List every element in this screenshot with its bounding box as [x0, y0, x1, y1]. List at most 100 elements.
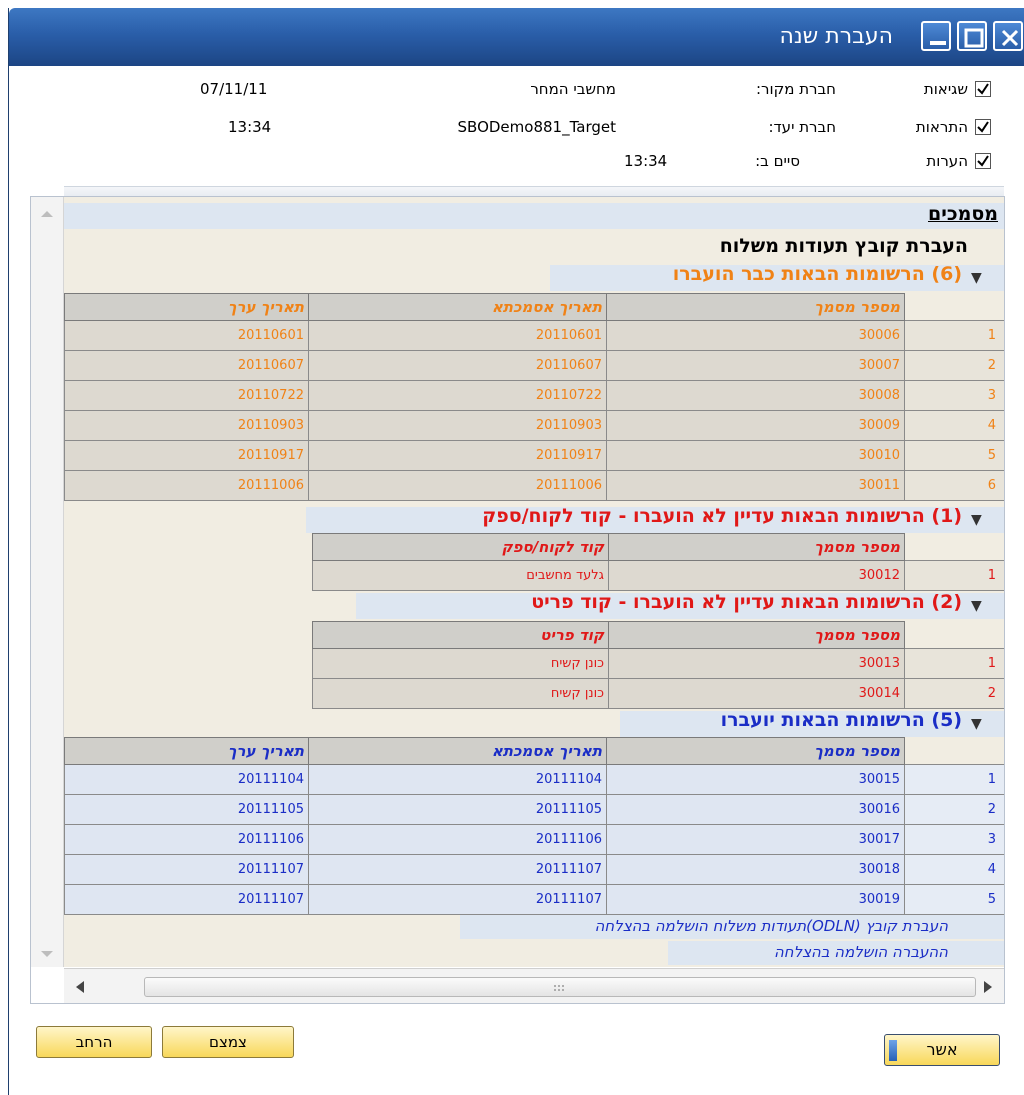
minimize-button[interactable]	[921, 21, 951, 51]
close-icon	[1001, 29, 1019, 47]
cell-value-date: 20110607	[64, 350, 309, 381]
row-number: 2	[904, 678, 1004, 709]
log-content: מסמכים העברת קובץ תעודות משלוח ▼ (6) הרש…	[64, 197, 1004, 967]
row-number: 6	[904, 470, 1004, 501]
cell-doc-number: 30016	[606, 794, 905, 825]
table-row[interactable]: גלעד מחשבים 30012 1	[312, 560, 1004, 591]
table-row[interactable]: כונן קשיח 30013 1	[312, 648, 1004, 679]
cell-value-date: 20111104	[64, 764, 309, 795]
row-number-header	[905, 738, 1005, 765]
row-number: 2	[904, 350, 1004, 381]
notes-checkbox[interactable]	[975, 153, 991, 169]
errors-checkbox-label: שגיאות	[923, 80, 968, 98]
cell-doc-number: 30018	[606, 854, 905, 885]
scroll-up-icon[interactable]	[31, 203, 64, 223]
cell-value-date: 20111107	[64, 854, 309, 885]
table-row[interactable]: 20110917 20110917 30010 5	[64, 440, 1004, 471]
expand-button[interactable]: הרחב	[36, 1026, 152, 1058]
table-row[interactable]: 20111106 20111106 30017 3	[64, 824, 1004, 855]
table-row[interactable]: 20110722 20110722 30008 3	[64, 380, 1004, 411]
collapse-arrow-icon[interactable]: ▼	[971, 512, 982, 528]
cell-ref-date: 20110722	[308, 380, 607, 411]
scroll-down-icon[interactable]	[31, 945, 64, 965]
table-row[interactable]: 20111006 20111006 30011 6	[64, 470, 1004, 501]
target-company-value: SBODemo881_Target	[457, 118, 616, 136]
scroll-thumb[interactable]	[144, 977, 976, 997]
table-row[interactable]: 20111107 20111107 30018 4	[64, 854, 1004, 885]
warnings-checkbox[interactable]	[975, 119, 991, 135]
ok-button[interactable]: אשר	[884, 1034, 1000, 1066]
source-company-value: מחשבי המחר	[530, 80, 616, 98]
column-header-value-date[interactable]: תאריך ערך	[64, 737, 309, 765]
table-row[interactable]: 20111107 20111107 30019 5	[64, 884, 1004, 915]
target-company-label: חברת יעד:	[768, 118, 836, 136]
column-header-ref-date[interactable]: תאריך אסמכתא	[308, 737, 607, 765]
cell-value-date: 20111107	[64, 884, 309, 915]
row-number: 5	[904, 884, 1004, 915]
notes-checkbox-label: הערות	[926, 152, 968, 170]
cell-doc-number: 30014	[608, 678, 905, 709]
ended-at-value: 13:34	[624, 152, 668, 170]
title-bar[interactable]: העברת שנה	[9, 8, 1024, 66]
cell-doc-number: 30015	[606, 764, 905, 795]
row-number: 1	[904, 560, 1004, 591]
table-row[interactable]: 20110601 20110601 30006 1	[64, 320, 1004, 351]
section-2-table: קוד לקוח/ספק מספר מסמך גלעד מחשבים 30012 1	[312, 533, 1004, 591]
row-number: 5	[904, 440, 1004, 471]
cell-ref-date: 20110917	[308, 440, 607, 471]
column-header-doc-number[interactable]: מספר מסמך	[606, 293, 905, 321]
column-header-doc-number[interactable]: מספר מסמך	[608, 621, 905, 649]
column-header-doc-number[interactable]: מספר מסמך	[608, 533, 905, 561]
cell-customer-code: גלעד מחשבים	[312, 560, 609, 591]
collapse-arrow-icon[interactable]: ▼	[971, 716, 982, 732]
column-header-doc-number[interactable]: מספר מסמך	[606, 737, 905, 765]
checkmark-icon	[977, 155, 989, 167]
row-number: 2	[904, 794, 1004, 825]
collapse-arrow-icon[interactable]: ▼	[971, 270, 982, 286]
table-row[interactable]: 20111105 20111105 30016 2	[64, 794, 1004, 825]
scroll-right-icon[interactable]	[978, 977, 998, 997]
vertical-scrollbar[interactable]	[31, 197, 64, 967]
cell-ref-date: 20110607	[308, 350, 607, 381]
row-number: 1	[904, 648, 1004, 679]
cell-doc-number: 30013	[608, 648, 905, 679]
section-3-table: קוד פריט מספר מסמך כונן קשיח 30013 1 כונן …	[312, 621, 1004, 709]
close-button[interactable]	[993, 21, 1023, 51]
cell-ref-date: 20110903	[308, 410, 607, 441]
ended-at-label: סיים ב:	[755, 152, 800, 170]
table-row[interactable]: 20110607 20110607 30007 2	[64, 350, 1004, 381]
cell-ref-date: 20111006	[308, 470, 607, 501]
row-number: 1	[904, 320, 1004, 351]
cell-value-date: 20111006	[64, 470, 309, 501]
row-number: 3	[904, 824, 1004, 855]
section-4-title: (5) הרשומות הבאות יועברו	[720, 709, 962, 731]
row-number: 4	[904, 854, 1004, 885]
table-row[interactable]: 20110903 20110903 30009 4	[64, 410, 1004, 441]
documents-title: מסמכים	[928, 203, 998, 225]
cell-value-date: 20110917	[64, 440, 309, 471]
cell-item-code: כונן קשיח	[312, 678, 609, 709]
horizontal-scrollbar[interactable]	[64, 968, 1004, 1003]
section-1-table: תאריך ערך תאריך אסמכתא מספר מסמך 2011060…	[64, 293, 1004, 501]
maximize-button[interactable]	[957, 21, 987, 51]
errors-checkbox[interactable]	[975, 81, 991, 97]
warnings-checkbox-label: התראות	[915, 118, 968, 136]
column-header-value-date[interactable]: תאריך ערך	[64, 293, 309, 321]
section-3-title: (2) הרשומות הבאות עדיין לא הועברו - קוד …	[531, 591, 962, 613]
target-time: 13:34	[228, 118, 272, 136]
transfer-title: העברת קובץ תעודות משלוח	[719, 235, 968, 257]
documents-band	[64, 203, 1004, 229]
cell-doc-number: 30019	[606, 884, 905, 915]
cell-ref-date: 20111107	[308, 884, 607, 915]
column-header-ref-date[interactable]: תאריך אסמכתא	[308, 293, 607, 321]
cell-value-date: 20111106	[64, 824, 309, 855]
column-header-customer-code[interactable]: קוד לקוח/ספק	[312, 533, 609, 561]
collapse-button[interactable]: צמצם	[162, 1026, 294, 1058]
collapse-arrow-icon[interactable]: ▼	[971, 598, 982, 614]
table-row[interactable]: כונן קשיח 30014 2	[312, 678, 1004, 709]
row-number: 4	[904, 410, 1004, 441]
scroll-left-icon[interactable]	[70, 977, 90, 997]
column-header-item-code[interactable]: קוד פריט	[312, 621, 609, 649]
table-row[interactable]: 20111104 20111104 30015 1	[64, 764, 1004, 795]
section-2-title: (1) הרשומות הבאות עדיין לא הועברו - קוד …	[482, 505, 962, 527]
